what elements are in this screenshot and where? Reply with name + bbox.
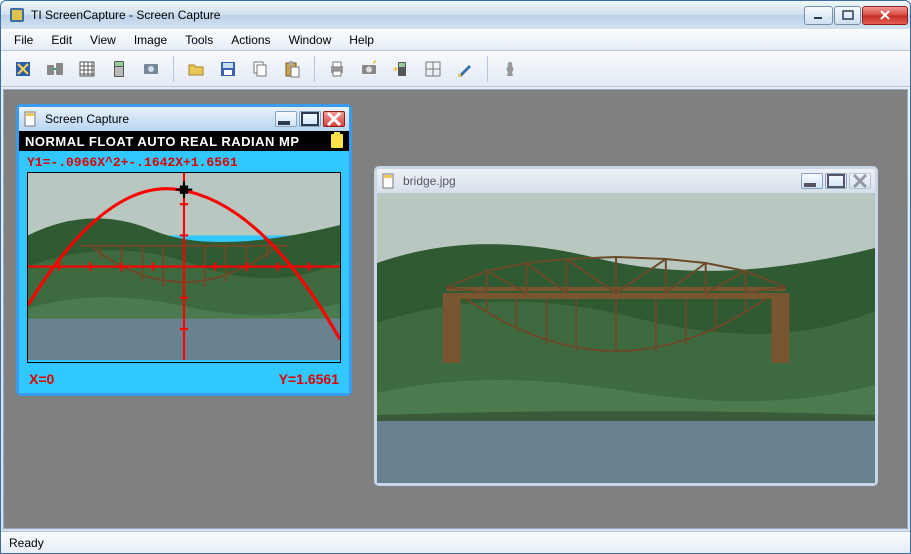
maximize-button[interactable] (834, 6, 861, 25)
send-to-device-icon[interactable] (387, 55, 415, 83)
bridge-image (377, 193, 875, 483)
child-screen-capture[interactable]: Screen Capture NORMAL FLOAT AUTO REAL RA… (16, 104, 352, 396)
child-title: bridge.jpg (403, 174, 801, 188)
app-window: TI ScreenCapture - Screen Capture File E… (0, 0, 911, 554)
window-title: TI ScreenCapture - Screen Capture (31, 8, 803, 22)
toolbar-separator (173, 56, 174, 82)
transfer-icon[interactable] (41, 55, 69, 83)
calc-readout: X=0 Y=1.6561 (19, 367, 349, 393)
menubar: File Edit View Image Tools Actions Windo… (1, 29, 910, 51)
print-icon[interactable] (323, 55, 351, 83)
close-button[interactable] (862, 6, 908, 25)
copy-icon[interactable] (246, 55, 274, 83)
child-close-button[interactable] (849, 173, 871, 189)
chess-piece-icon[interactable] (496, 55, 524, 83)
calc-graph-area (27, 172, 341, 363)
calc-status-line: NORMAL FLOAT AUTO REAL RADIAN MP (19, 131, 349, 151)
child-maximize-button[interactable] (299, 111, 321, 127)
menu-window[interactable]: Window (280, 31, 341, 49)
child-window-controls (801, 173, 871, 189)
child-title: Screen Capture (45, 112, 275, 126)
data-table-icon[interactable] (73, 55, 101, 83)
child-bridge-image[interactable]: bridge.jpg (374, 166, 878, 486)
battery-icon (331, 134, 343, 148)
graph-overlay (28, 173, 340, 360)
titlebar[interactable]: TI ScreenCapture - Screen Capture (1, 1, 910, 29)
paste-icon[interactable] (278, 55, 306, 83)
menu-tools[interactable]: Tools (176, 31, 222, 49)
camera-icon[interactable] (355, 55, 383, 83)
child-titlebar[interactable]: bridge.jpg (377, 169, 875, 193)
calc-y-readout: Y=1.6561 (279, 371, 339, 387)
toolbar-separator (314, 56, 315, 82)
open-folder-icon[interactable] (182, 55, 210, 83)
child-minimize-button[interactable] (801, 173, 823, 189)
toolbar (1, 51, 910, 87)
screenshot-icon[interactable] (137, 55, 165, 83)
window-controls (803, 6, 908, 25)
calc-screen: NORMAL FLOAT AUTO REAL RADIAN MP Y1=-.09… (19, 131, 349, 393)
child-window-controls (275, 111, 345, 127)
document-icon (23, 111, 39, 127)
minimize-button[interactable] (804, 6, 833, 25)
menu-help[interactable]: Help (340, 31, 383, 49)
child-titlebar[interactable]: Screen Capture (19, 107, 349, 131)
toolbar-separator (487, 56, 488, 82)
calc-status-text: NORMAL FLOAT AUTO REAL RADIAN MP (25, 134, 300, 149)
menu-file[interactable]: File (5, 31, 42, 49)
calculator-icon[interactable] (105, 55, 133, 83)
child-minimize-button[interactable] (275, 111, 297, 127)
save-icon[interactable] (214, 55, 242, 83)
calc-equation: Y1=-.0966X^2+-.1642X+1.6561 (19, 151, 349, 172)
pen-icon[interactable] (451, 55, 479, 83)
app-icon (9, 7, 25, 23)
child-maximize-button[interactable] (825, 173, 847, 189)
statusbar: Ready (1, 531, 910, 553)
menu-actions[interactable]: Actions (222, 31, 279, 49)
child-close-button[interactable] (323, 111, 345, 127)
mdi-client-area: Screen Capture NORMAL FLOAT AUTO REAL RA… (3, 89, 908, 529)
image-file-icon (381, 173, 397, 189)
menu-view[interactable]: View (81, 31, 125, 49)
menu-image[interactable]: Image (125, 31, 176, 49)
device-explorer-icon[interactable] (9, 55, 37, 83)
calc-x-readout: X=0 (29, 371, 54, 387)
crosshair-icon[interactable] (419, 55, 447, 83)
menu-edit[interactable]: Edit (42, 31, 81, 49)
status-text: Ready (9, 536, 44, 550)
